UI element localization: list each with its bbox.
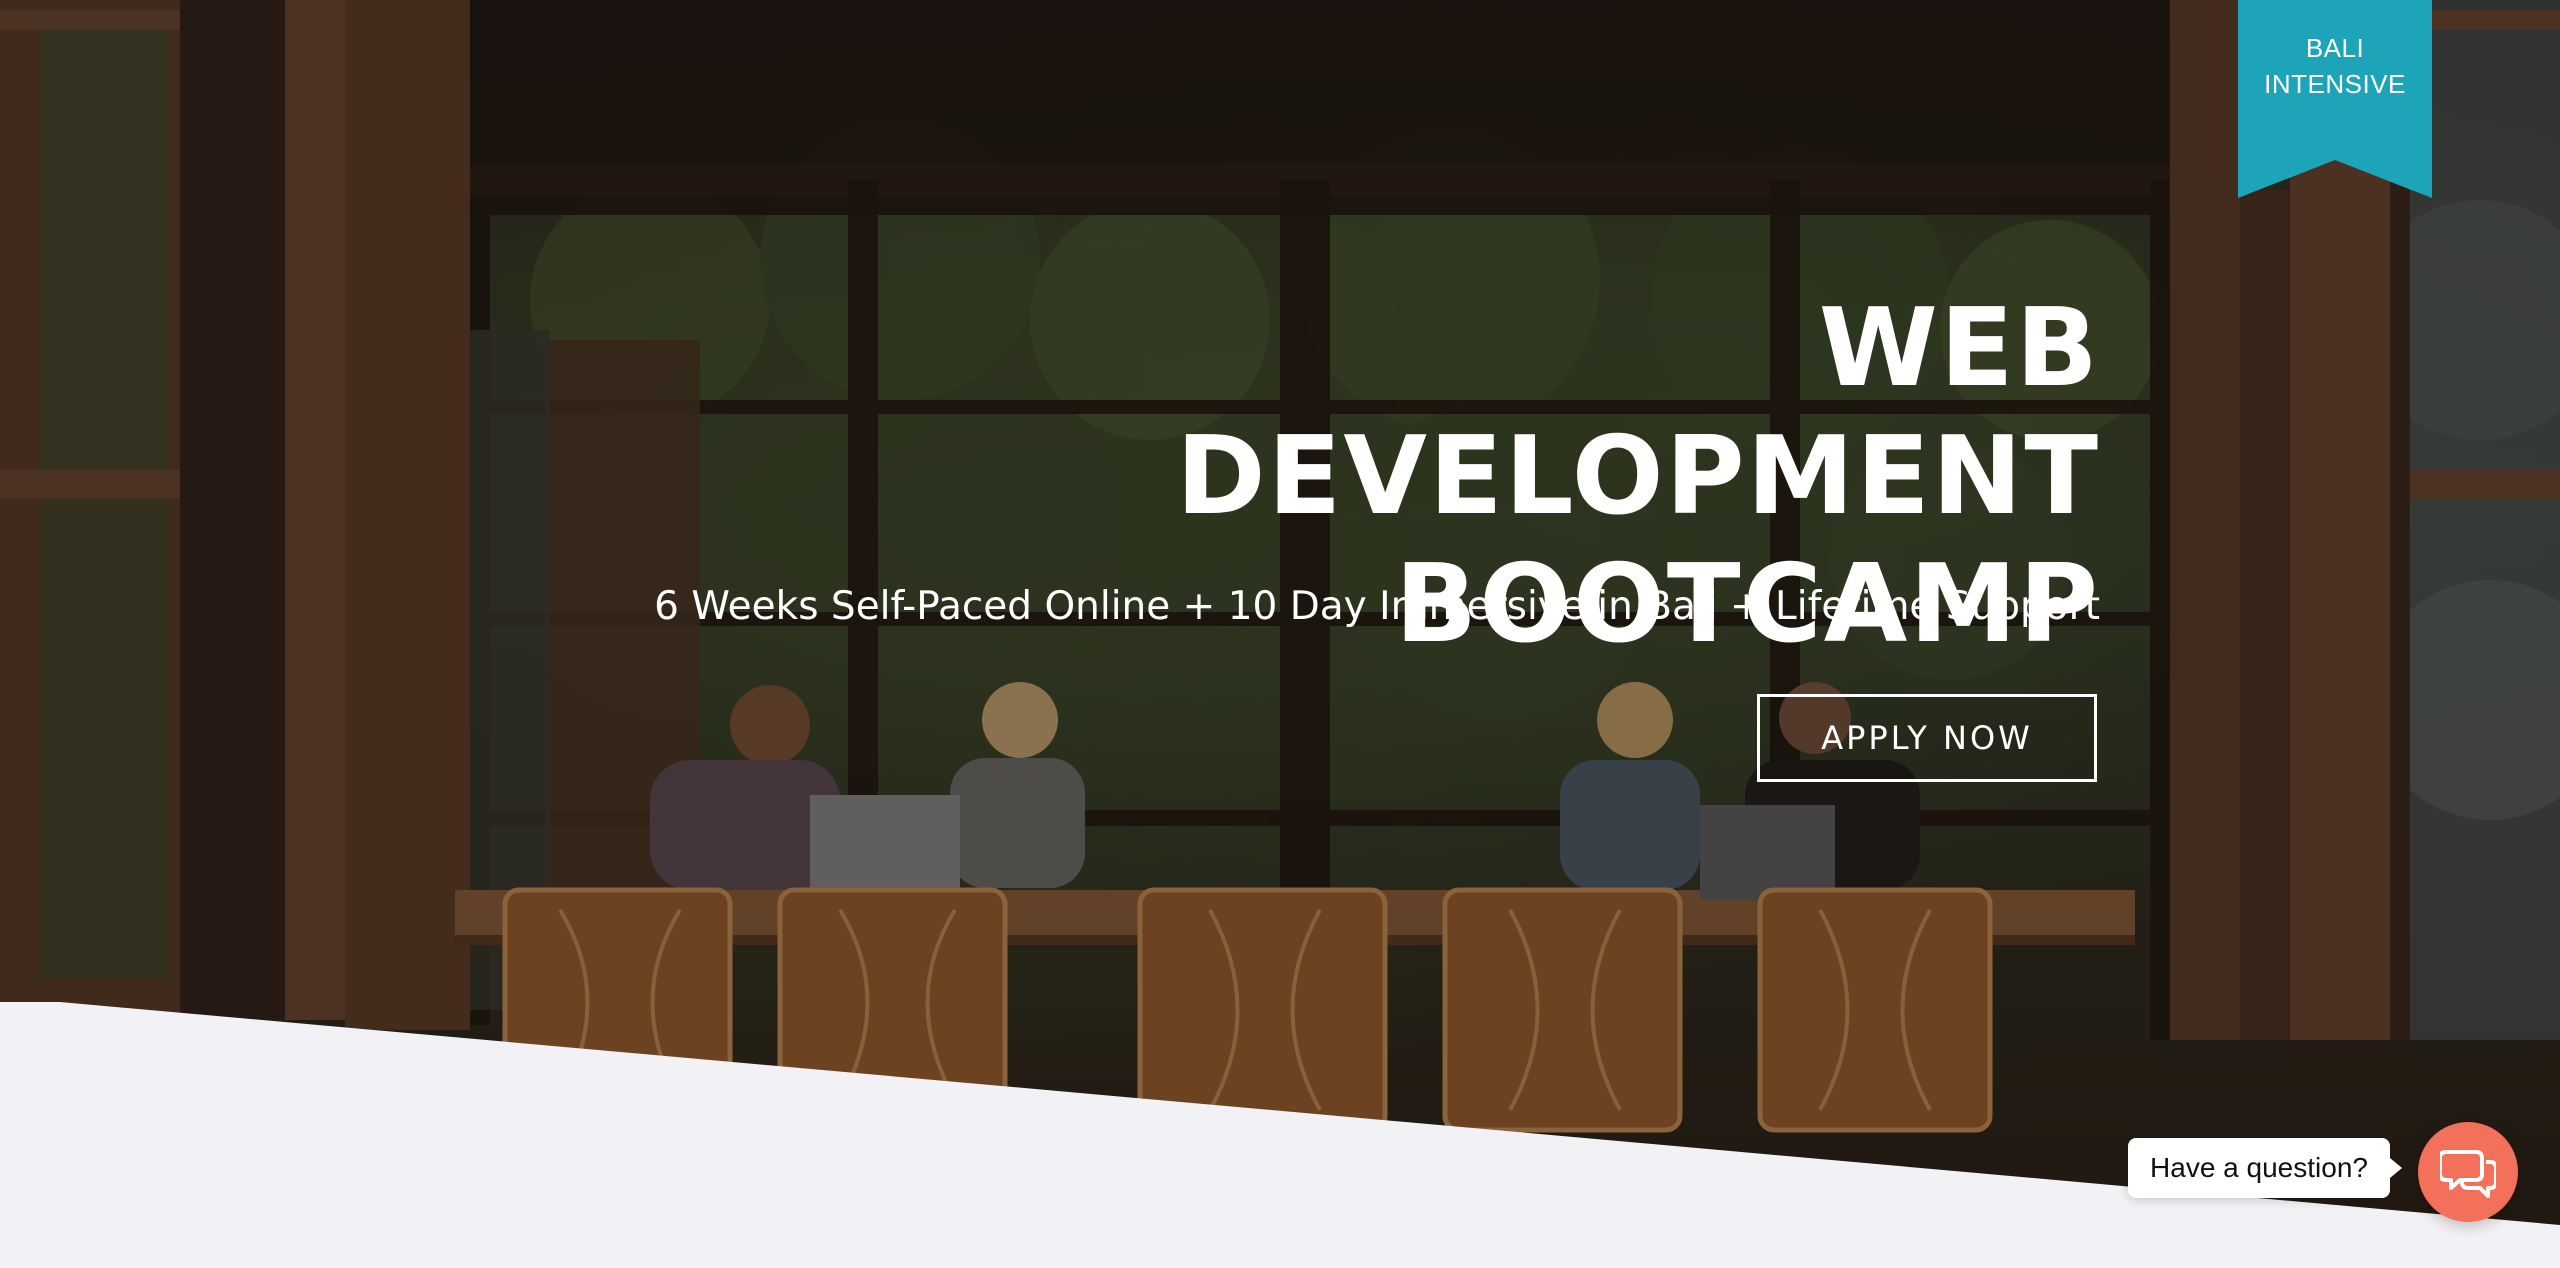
hero-title-line-1: WEB DEVELOPMENT <box>1175 286 2100 539</box>
hero-section: BALI INTENSIVE WEB DEVELOPMENT BOOTCAMP … <box>0 0 2560 1268</box>
chat-bubbles-icon <box>2440 1150 2496 1198</box>
chat-prompt-text: Have a question? <box>2150 1152 2368 1183</box>
ribbon-label: BALI INTENSIVE <box>2238 30 2432 102</box>
chat-prompt-bubble[interactable]: Have a question? <box>2128 1138 2402 1198</box>
chat-launcher-button[interactable] <box>2418 1122 2518 1222</box>
ribbon-line-2: INTENSIVE <box>2264 69 2406 99</box>
apply-now-button[interactable]: APPLY NOW <box>1757 694 2097 782</box>
ribbon-line-1: BALI <box>2305 33 2365 63</box>
bali-intensive-ribbon: BALI INTENSIVE <box>2238 0 2432 198</box>
hero-subtitle: 6 Weeks Self-Paced Online + 10 Day Immer… <box>654 584 2100 629</box>
